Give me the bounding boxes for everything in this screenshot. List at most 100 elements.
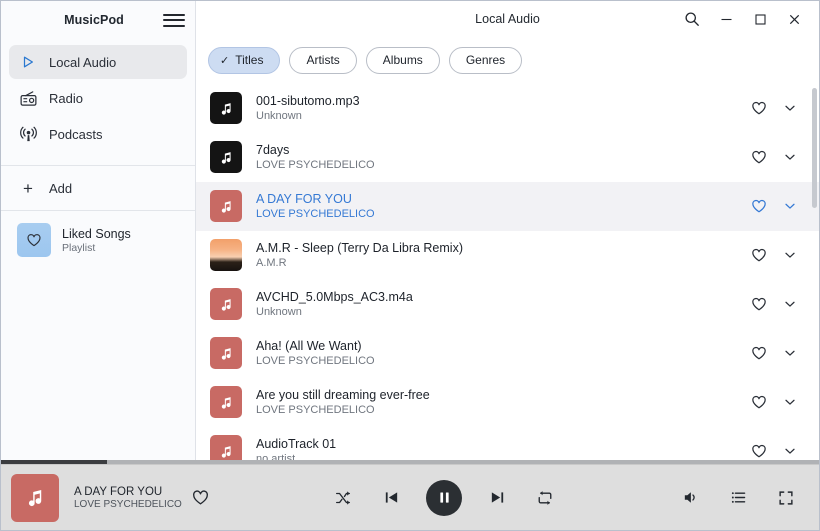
track-more-button[interactable] — [779, 97, 801, 119]
skip-previous-icon — [383, 489, 400, 506]
track-row[interactable]: A DAY FOR YOU LOVE PSYCHEDELICO — [196, 181, 819, 231]
track-artwork — [210, 190, 242, 222]
track-like-button[interactable] — [748, 391, 770, 413]
heart-icon — [17, 223, 51, 257]
sidebar-divider-2 — [1, 210, 195, 211]
queue-button[interactable] — [725, 485, 751, 511]
shuffle-button[interactable] — [330, 485, 356, 511]
repeat-icon — [536, 489, 554, 507]
scrollbar-thumb[interactable] — [812, 87, 817, 208]
minimize-icon — [720, 13, 733, 26]
track-row[interactable]: AVCHD_5.0Mbps_AC3.m4a Unknown — [196, 280, 819, 329]
track-actions — [748, 293, 805, 315]
player-right-controls — [677, 485, 805, 511]
track-more-button[interactable] — [779, 244, 801, 266]
sidebar-item-local-audio[interactable]: Local Audio — [9, 45, 187, 79]
track-artist: LOVE PSYCHEDELICO — [256, 159, 375, 171]
volume-button[interactable] — [677, 485, 703, 511]
track-like-button[interactable] — [748, 440, 770, 460]
chip-label: Albums — [382, 53, 423, 67]
chip-titles[interactable]: ✓ Titles — [208, 46, 281, 74]
track-meta: A DAY FOR YOU LOVE PSYCHEDELICO — [256, 192, 748, 220]
play-pause-button[interactable] — [426, 479, 462, 516]
track-row[interactable]: Are you still dreaming ever-free LOVE PSY… — [196, 378, 819, 427]
radio-icon — [19, 89, 37, 107]
minimize-button[interactable] — [709, 4, 743, 34]
fullscreen-button[interactable] — [773, 485, 799, 511]
now-playing-meta: A DAY FOR YOU LOVE PSYCHEDELICO — [74, 486, 182, 510]
track-artwork — [210, 288, 242, 320]
next-button[interactable] — [484, 485, 510, 511]
sidebar-item-podcasts[interactable]: Podcasts — [9, 117, 187, 151]
playlist-queue-icon — [730, 489, 747, 506]
track-artwork — [210, 386, 242, 418]
shuffle-icon — [334, 489, 352, 507]
track-like-button[interactable] — [748, 146, 770, 168]
track-artist: no artist — [256, 453, 296, 460]
search-button[interactable] — [675, 4, 709, 34]
track-row[interactable]: Aha! (All We Want) LOVE PSYCHEDELICO — [196, 329, 819, 378]
chip-albums[interactable]: Albums — [365, 46, 440, 74]
track-like-button[interactable] — [748, 293, 770, 315]
chip-artists[interactable]: Artists — [289, 46, 357, 74]
track-more-button[interactable] — [779, 195, 801, 217]
heart-icon — [750, 393, 768, 411]
track-title: A.M.R - Sleep (Terry Da Libra Remix) — [256, 241, 463, 255]
track-actions — [748, 440, 805, 460]
heart-icon — [750, 442, 768, 460]
main-body: MusicPod Local Audio Radio Podcasts + Ad… — [1, 1, 819, 460]
app-window: MusicPod Local Audio Radio Podcasts + Ad… — [0, 0, 820, 531]
track-actions — [748, 97, 805, 119]
playback-progress-bar[interactable] — [1, 460, 819, 464]
track-like-button[interactable] — [748, 342, 770, 364]
track-list: 001-sibutomo.mp3 Unknown 7days LOVE PSYCHED… — [196, 84, 819, 460]
chevron-down-icon — [783, 150, 797, 164]
repeat-button[interactable] — [532, 485, 558, 511]
playlist-meta: Liked Songs Playlist — [62, 227, 131, 254]
track-row[interactable]: A.M.R - Sleep (Terry Da Libra Remix) A.M.… — [196, 231, 819, 280]
add-button[interactable]: + Add — [1, 170, 195, 206]
music-note-icon — [28, 490, 41, 507]
podcast-icon — [19, 125, 37, 143]
now-playing-artist: LOVE PSYCHEDELICO — [74, 498, 182, 510]
playback-progress-fill — [1, 460, 108, 464]
track-actions — [748, 391, 805, 413]
sidebar-item-radio[interactable]: Radio — [9, 81, 187, 115]
track-more-button[interactable] — [779, 440, 801, 460]
track-list-scrollbar[interactable] — [811, 84, 818, 461]
maximize-button[interactable] — [743, 4, 777, 34]
plus-icon: + — [23, 178, 33, 198]
skip-next-icon — [489, 489, 506, 506]
track-row[interactable]: 7days LOVE PSYCHEDELICO — [196, 133, 819, 182]
track-more-button[interactable] — [779, 342, 801, 364]
now-playing-like-button[interactable] — [190, 487, 211, 509]
track-meta: A.M.R - Sleep (Terry Da Libra Remix) A.M.… — [256, 241, 748, 269]
track-more-button[interactable] — [779, 146, 801, 168]
track-list-viewport: 001-sibutomo.mp3 Unknown 7days LOVE PSYCHED… — [196, 84, 819, 461]
track-actions — [748, 146, 805, 168]
maximize-icon — [754, 13, 767, 26]
heart-icon — [750, 295, 768, 313]
track-title: Are you still dreaming ever-free — [256, 388, 430, 402]
track-like-button[interactable] — [748, 244, 770, 266]
track-title: AVCHD_5.0Mbps_AC3.m4a — [256, 290, 413, 304]
sidebar-item-label: Podcasts — [49, 126, 103, 142]
track-like-button[interactable] — [748, 195, 770, 217]
track-artwork — [210, 435, 242, 460]
previous-button[interactable] — [378, 485, 404, 511]
sidebar-playlist-liked-songs[interactable]: Liked Songs Playlist — [1, 215, 195, 265]
close-button[interactable] — [777, 4, 811, 34]
track-row[interactable]: AudioTrack 01 no artist — [196, 427, 819, 460]
track-like-button[interactable] — [748, 97, 770, 119]
check-icon: ✓ — [220, 54, 230, 67]
track-more-button[interactable] — [779, 391, 801, 413]
sidebar-divider-1 — [1, 165, 195, 166]
track-meta: 7days LOVE PSYCHEDELICO — [256, 143, 748, 171]
track-more-button[interactable] — [779, 293, 801, 315]
chip-genres[interactable]: Genres — [448, 46, 523, 74]
hamburger-icon[interactable] — [163, 9, 185, 31]
track-row[interactable]: 001-sibutomo.mp3 Unknown — [196, 84, 819, 133]
track-actions — [748, 342, 805, 364]
track-meta: Aha! (All We Want) LOVE PSYCHEDELICO — [256, 339, 748, 367]
sidebar-item-label: Local Audio — [49, 54, 117, 70]
